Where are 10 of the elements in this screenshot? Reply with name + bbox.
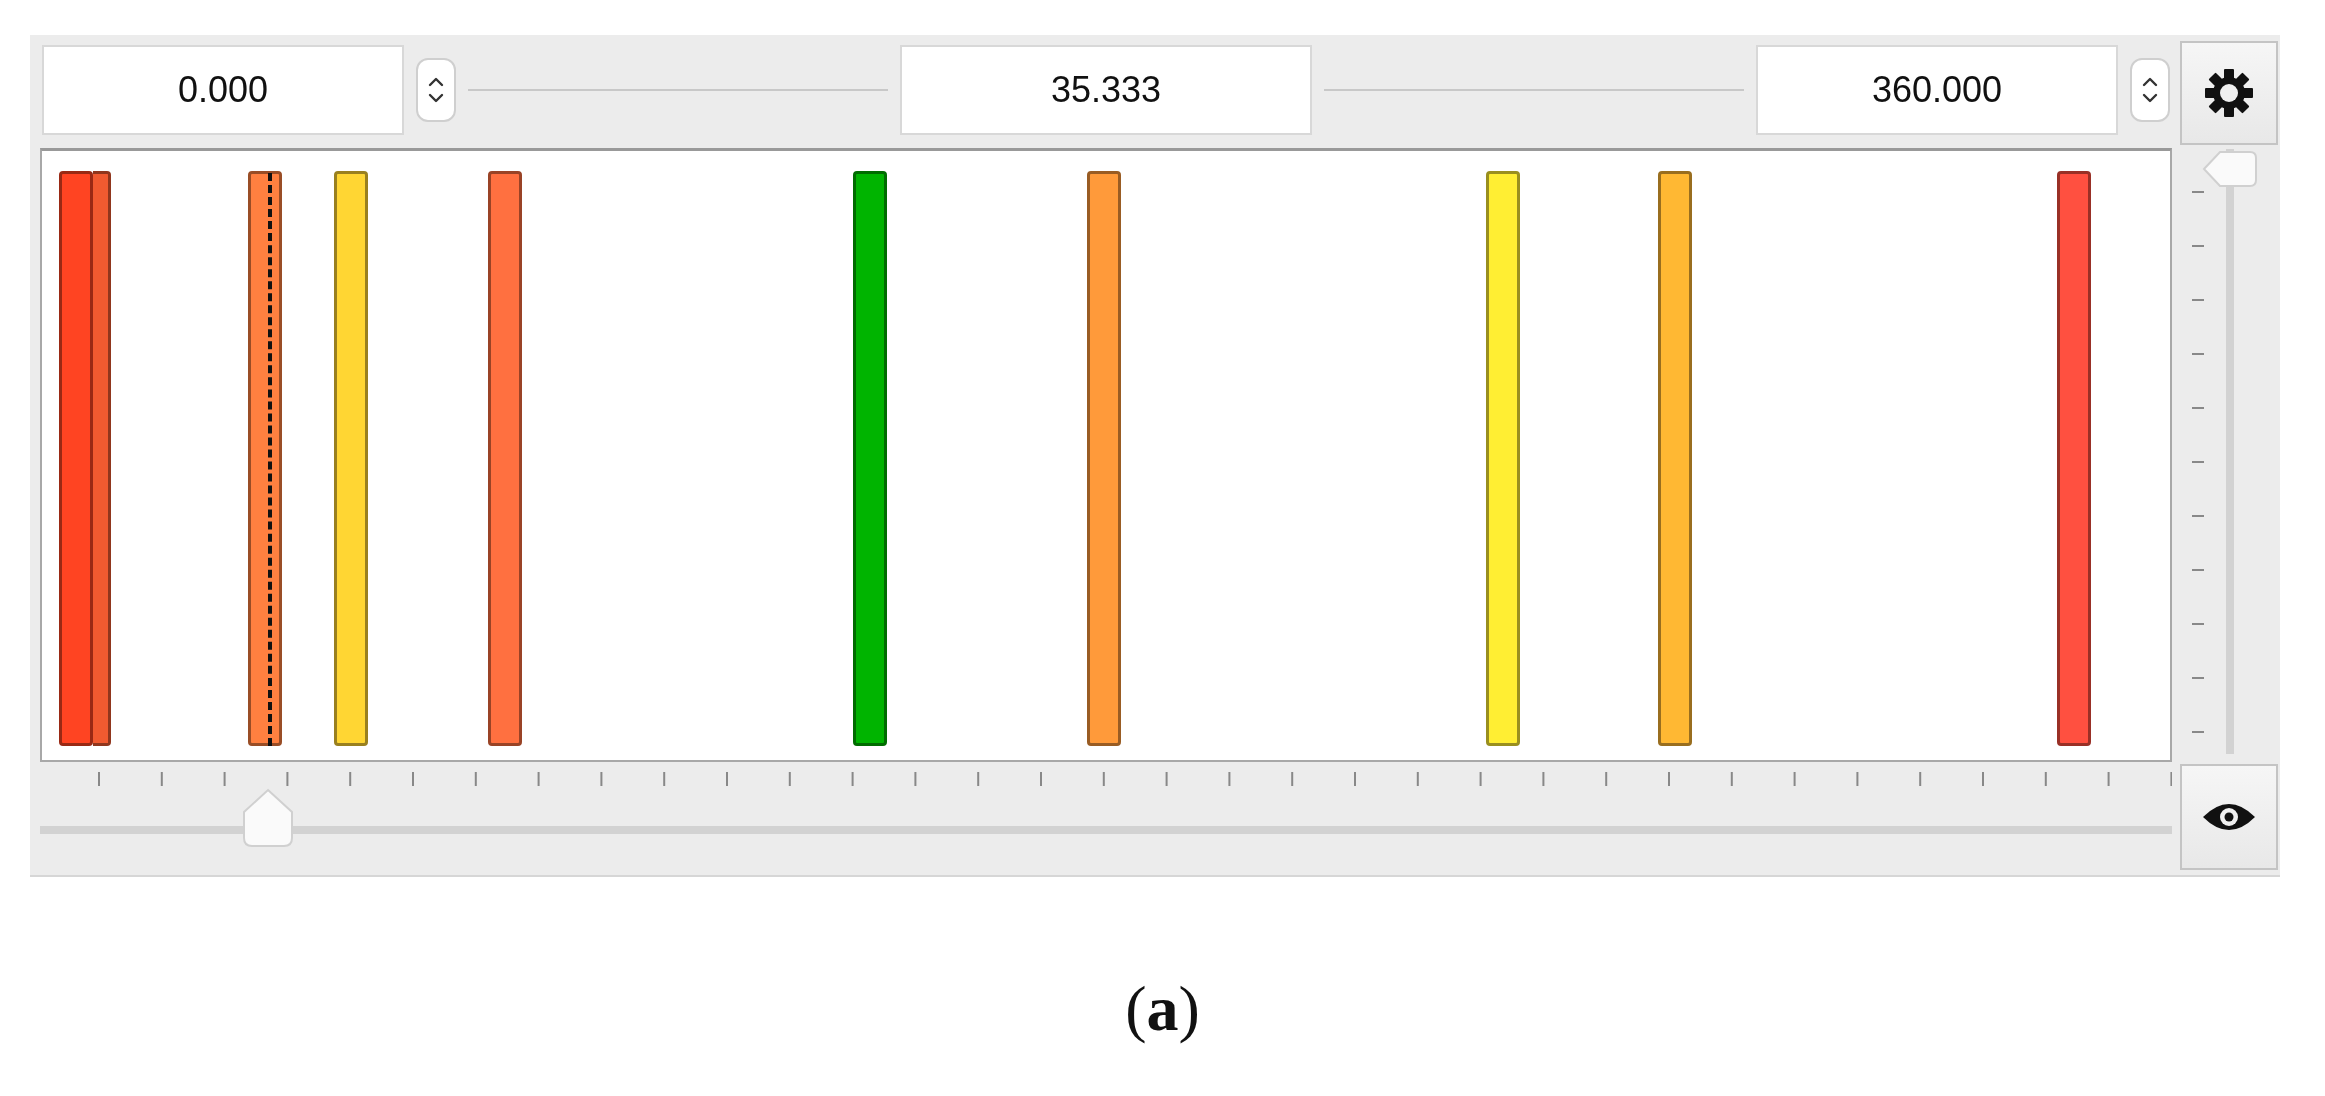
min-value-field[interactable]: 0.000 bbox=[42, 45, 404, 135]
current-value-field[interactable]: 35.333 bbox=[900, 45, 1312, 135]
spin-button[interactable] bbox=[416, 58, 456, 122]
max-value-field[interactable]: 360.000 bbox=[1756, 45, 2118, 135]
settings-icon bbox=[2203, 67, 2255, 119]
settings-button[interactable] bbox=[2180, 41, 2278, 145]
figure-caption: (a) bbox=[1125, 972, 1200, 1046]
spin-button[interactable] bbox=[2130, 58, 2170, 122]
eye-button[interactable] bbox=[2180, 764, 2278, 870]
slider-thumb[interactable] bbox=[2202, 149, 2258, 189]
